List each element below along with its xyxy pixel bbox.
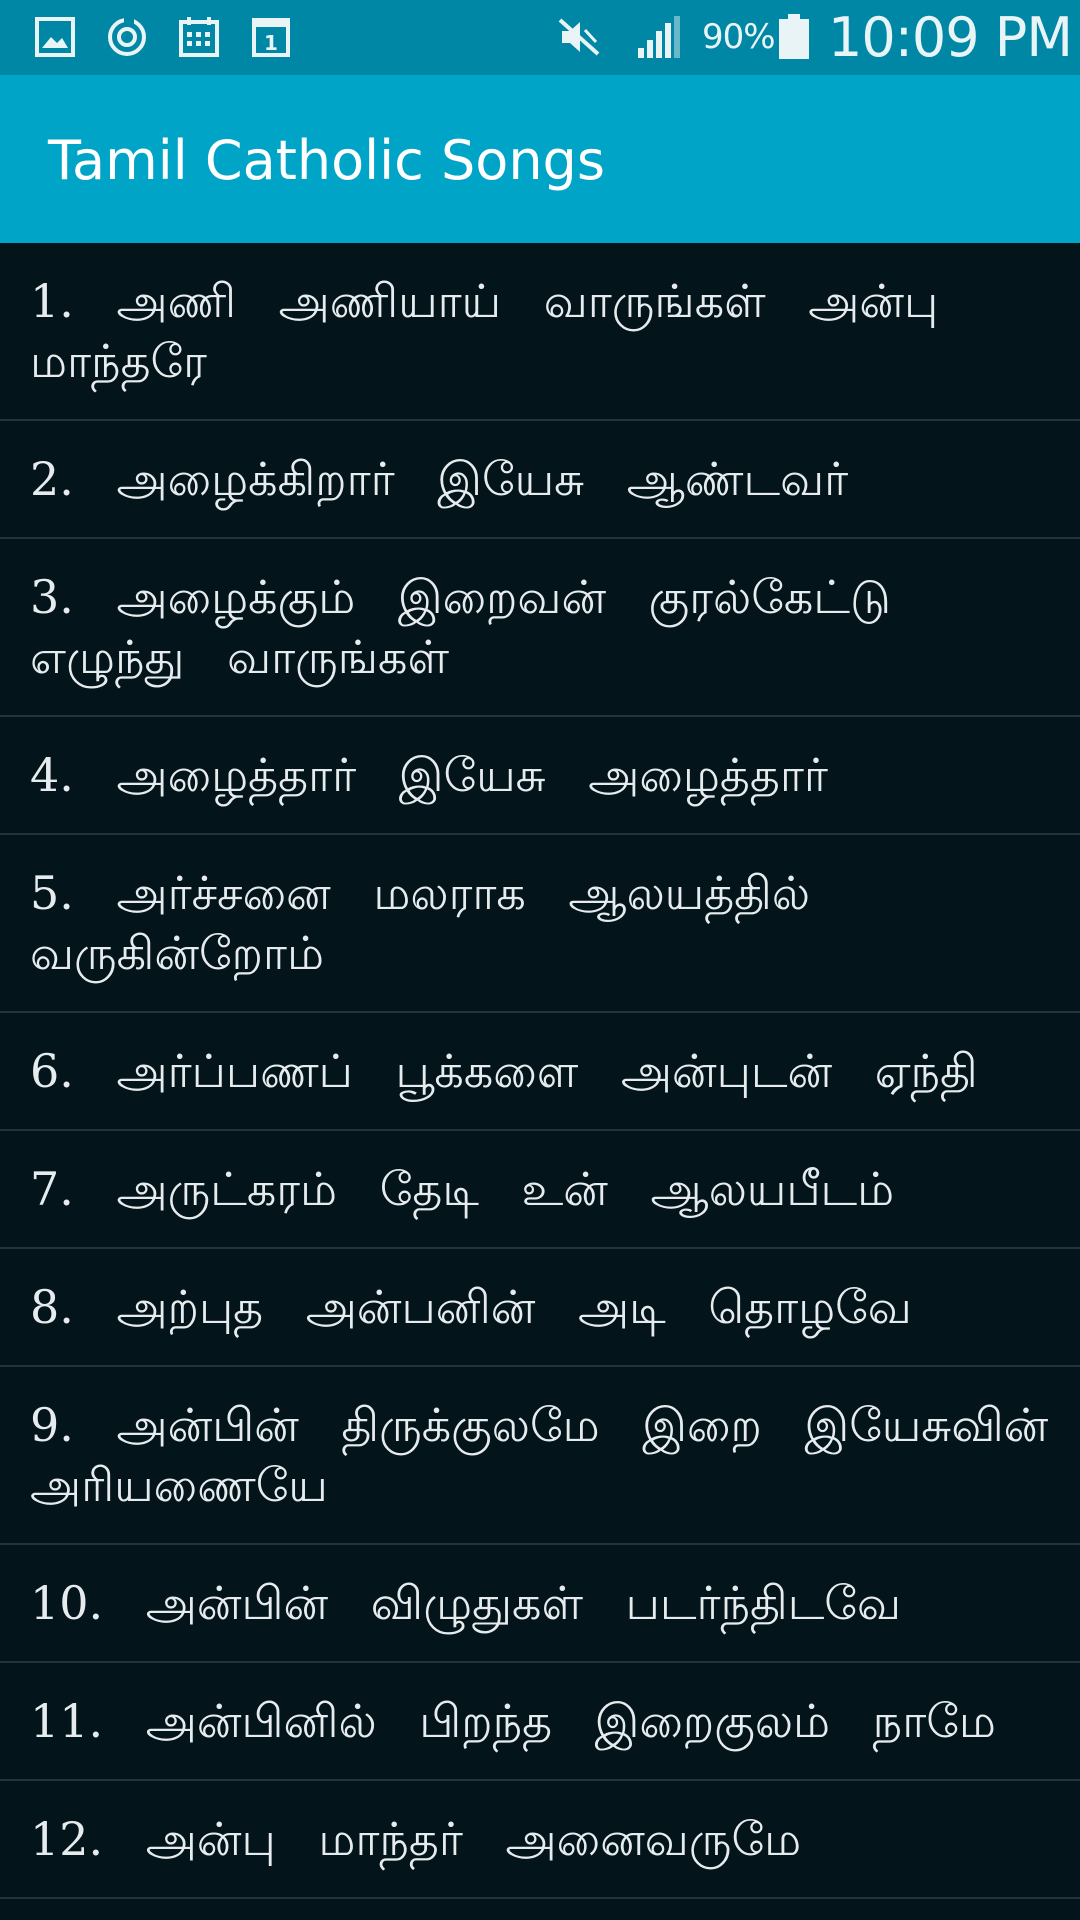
song-item-6[interactable]: 6. அர்ப்பணப் பூக்களை அன்புடன் ஏந்தி (0, 1013, 1080, 1131)
status-bar: 1 90% 10:09 PM (0, 0, 1080, 75)
gallery-icon (35, 17, 75, 57)
song-list[interactable]: 1. அணி அணியாய் வாருங்கள் அன்பு மாந்தரே 2… (0, 243, 1080, 1920)
song-item-8[interactable]: 8. அற்புத அன்பனின் அடி தொழவே (0, 1249, 1080, 1367)
sync-icon (108, 16, 146, 56)
calendar-icon (179, 17, 219, 57)
song-item-3[interactable]: 3. அழைக்கும் இறைவன் குரல்கேட்டு எழுந்து … (0, 539, 1080, 717)
song-item-2[interactable]: 2. அழைக்கிறார் இயேசு ஆண்டவர் (0, 421, 1080, 539)
battery-icon (779, 14, 809, 59)
clock: 10:09 PM (828, 6, 1073, 69)
signal-icon (638, 16, 680, 58)
song-item-10[interactable]: 10. அன்பின் விழுதுகள் படர்ந்திடவே (0, 1545, 1080, 1663)
app-bar: Tamil Catholic Songs (0, 75, 1080, 243)
song-item-12[interactable]: 12. அன்பு மாந்தர் அனைவருமே (0, 1781, 1080, 1899)
mute-icon (558, 18, 600, 56)
app-title: Tamil Catholic Songs (48, 129, 605, 192)
song-item-11[interactable]: 11. அன்பினில் பிறந்த இறைகுலம் நாமே (0, 1663, 1080, 1781)
battery-percentage: 90% (702, 17, 776, 57)
song-item-7[interactable]: 7. அருட்கரம் தேடி உன் ஆலயபீடம் (0, 1131, 1080, 1249)
song-item-9[interactable]: 9. அன்பின் திருக்குலமே இறை இயேசுவின் அரி… (0, 1367, 1080, 1545)
calendar-day-icon: 1 (252, 18, 290, 57)
song-item-5[interactable]: 5. அர்ச்சனை மலராக ஆலயத்தில் வருகின்றோம் (0, 835, 1080, 1013)
svg-text:1: 1 (264, 31, 278, 55)
song-item-1[interactable]: 1. அணி அணியாய் வாருங்கள் அன்பு மாந்தரே (0, 243, 1080, 421)
song-item-4[interactable]: 4. அழைத்தார் இயேசு அழைத்தார் (0, 717, 1080, 835)
